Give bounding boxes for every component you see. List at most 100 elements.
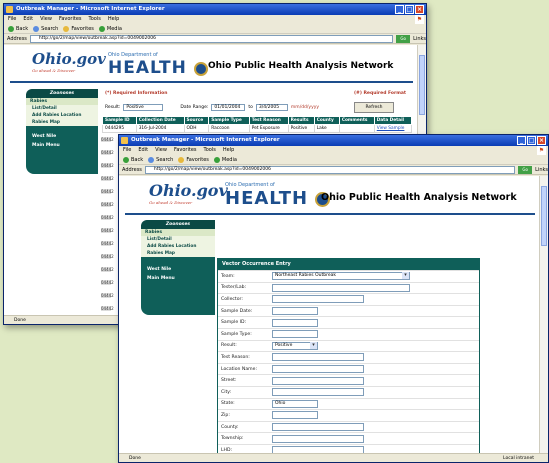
form-row: Sample Date: — [218, 304, 479, 317]
testerlab-field[interactable] — [272, 283, 410, 292]
go-button[interactable]: Go — [396, 34, 411, 43]
zip-field[interactable] — [272, 411, 318, 420]
row-tag: 04442 — [101, 241, 114, 246]
refresh-button[interactable]: Refresh — [354, 102, 394, 113]
back-button[interactable]: Back — [123, 155, 143, 164]
search-icon — [33, 25, 40, 32]
form-fields: Team: Northeast Rabies Outbreak Tester/Lab… — [218, 270, 479, 453]
favorites-button[interactable]: Favorites — [178, 155, 209, 164]
menu-file[interactable]: File — [8, 15, 16, 24]
sidebar-item-list-detail[interactable]: List/Detail — [141, 236, 215, 243]
address-input[interactable]: http://go/2/map/view/outbreak.asp?id=004… — [29, 34, 394, 43]
menu-edit[interactable]: Edit — [138, 146, 148, 155]
team-select[interactable]: Northeast Rabies Outbreak — [272, 272, 410, 281]
row-tag: 04442 — [101, 189, 114, 194]
field-label: Township: — [221, 436, 244, 442]
menu-edit[interactable]: Edit — [23, 15, 33, 24]
sidebar-item-west-nile[interactable]: West Nile — [141, 265, 215, 274]
favorites-star-icon — [63, 25, 70, 32]
search-button[interactable]: Search — [148, 155, 173, 164]
sidebar-item-rabies-map[interactable]: Rabies Map — [141, 250, 215, 257]
sidebar-item-list-detail[interactable]: List/Detail — [26, 105, 98, 112]
sidebar-item-main-menu[interactable]: Main Menu — [141, 274, 215, 283]
required-format-note: (#) Required Format — [354, 91, 407, 96]
front-scroll-thumb[interactable] — [541, 186, 547, 246]
collector-field[interactable] — [272, 295, 364, 304]
sidebar-sub-rabies[interactable]: Rabies — [26, 98, 98, 105]
close-icon[interactable]: × — [415, 5, 424, 14]
minimize-icon[interactable]: _ — [395, 5, 404, 14]
maximize-icon[interactable]: □ — [405, 5, 414, 14]
front-menu-bar: File Edit View Favorites Tools Help ⚑ — [119, 146, 548, 155]
field-label: Collector: — [221, 296, 243, 302]
sample-date-field[interactable] — [272, 307, 318, 316]
ohio-gov-logo[interactable]: Ohio.gov Go ahead & Discover — [149, 181, 228, 205]
ie-page-icon — [121, 137, 128, 144]
sidebar-item-rabies-map[interactable]: Rabies Map — [26, 119, 98, 126]
form-row: Tester/Lab: — [218, 281, 479, 294]
sidebar-item-west-nile[interactable]: West Nile — [26, 132, 98, 141]
sample-id-field[interactable] — [272, 318, 318, 327]
back-address-bar: Address http://go/2/map/view/outbreak.as… — [4, 34, 426, 44]
front-window-title: Outbreak Manager - Microsoft Internet Ex… — [131, 137, 280, 143]
sidebar-item-add-rabies-location[interactable]: Add Rabies Location — [26, 112, 98, 119]
date-to-input[interactable]: 3/4/2005 — [255, 104, 288, 111]
lhd-field[interactable] — [272, 446, 364, 453]
back-title-bar[interactable]: Outbreak Manager - Microsoft Internet Ex… — [4, 4, 426, 15]
date-from-input[interactable]: 01/01/2004 — [211, 104, 246, 111]
location-name-field[interactable] — [272, 365, 364, 374]
minimize-icon[interactable]: _ — [517, 136, 526, 145]
media-button[interactable]: Media — [213, 155, 237, 164]
back-button[interactable]: Back — [8, 24, 28, 33]
favorites-button[interactable]: Favorites — [63, 24, 94, 33]
front-scrollbar[interactable] — [539, 176, 548, 453]
menu-tools[interactable]: Tools — [204, 146, 216, 155]
maximize-icon[interactable]: □ — [527, 136, 536, 145]
close-icon[interactable]: × — [537, 136, 546, 145]
township-field[interactable] — [272, 434, 364, 443]
back-arrow-icon — [123, 156, 129, 163]
table-row[interactable]: 0444295 316-Jul-2004 ODH Raccoon Pet Exp… — [102, 124, 413, 133]
address-input[interactable]: http://go/2/map/view/outbreak.asp?id=004… — [144, 165, 516, 174]
media-button[interactable]: Media — [98, 24, 122, 33]
form-row: County: — [218, 420, 479, 433]
sample-type-field[interactable] — [272, 330, 318, 339]
menu-view[interactable]: View — [40, 15, 52, 24]
search-button[interactable]: Search — [33, 24, 58, 33]
view-sample-link[interactable]: View Sample — [373, 124, 413, 133]
menu-help[interactable]: Help — [223, 146, 234, 155]
links-button[interactable]: Links — [413, 36, 426, 42]
menu-file[interactable]: File — [123, 146, 131, 155]
result-select[interactable]: Positive — [123, 104, 164, 111]
table-header-row: Sample ID Collection Date Source Sample … — [102, 116, 413, 125]
go-button[interactable]: Go — [518, 165, 533, 174]
menu-tools[interactable]: Tools — [89, 15, 101, 24]
front-browser-window[interactable]: Outbreak Manager - Microsoft Internet Ex… — [118, 134, 549, 463]
street-field[interactable] — [272, 376, 364, 385]
sidebar-sub-rabies[interactable]: Rabies — [141, 229, 215, 236]
date-to-label: to — [248, 105, 253, 110]
back-arrow-icon — [8, 25, 14, 32]
city-field[interactable] — [272, 388, 364, 397]
back-scroll-thumb[interactable] — [419, 55, 425, 115]
links-button[interactable]: Links — [535, 167, 548, 173]
state-field[interactable]: Ohio — [272, 399, 318, 408]
front-title-bar[interactable]: Outbreak Manager - Microsoft Internet Ex… — [119, 135, 548, 146]
front-address-bar: Address http://go/2/map/view/outbreak.as… — [119, 165, 548, 175]
sidebar-item-main-menu[interactable]: Main Menu — [26, 141, 98, 150]
test-reason-field[interactable] — [272, 353, 364, 362]
sidebar-item-add-rabies-location[interactable]: Add Rabies Location — [141, 243, 215, 250]
menu-favorites[interactable]: Favorites — [59, 15, 82, 24]
county-field[interactable] — [272, 423, 364, 432]
row-tag: 04442 — [101, 202, 114, 207]
menu-help[interactable]: Help — [108, 15, 119, 24]
row-tag: 04442 — [101, 215, 114, 220]
required-info-note: (*) Required Information — [105, 91, 168, 96]
menu-view[interactable]: View — [155, 146, 167, 155]
row-tag: 04442 — [101, 280, 114, 285]
address-label: Address — [122, 166, 142, 173]
form-row: Collector: — [218, 293, 479, 305]
result-select[interactable]: Positive — [272, 341, 318, 350]
front-page-viewport: Ohio.gov Go ahead & Discover Ohio Depart… — [119, 176, 539, 453]
menu-favorites[interactable]: Favorites — [174, 146, 197, 155]
